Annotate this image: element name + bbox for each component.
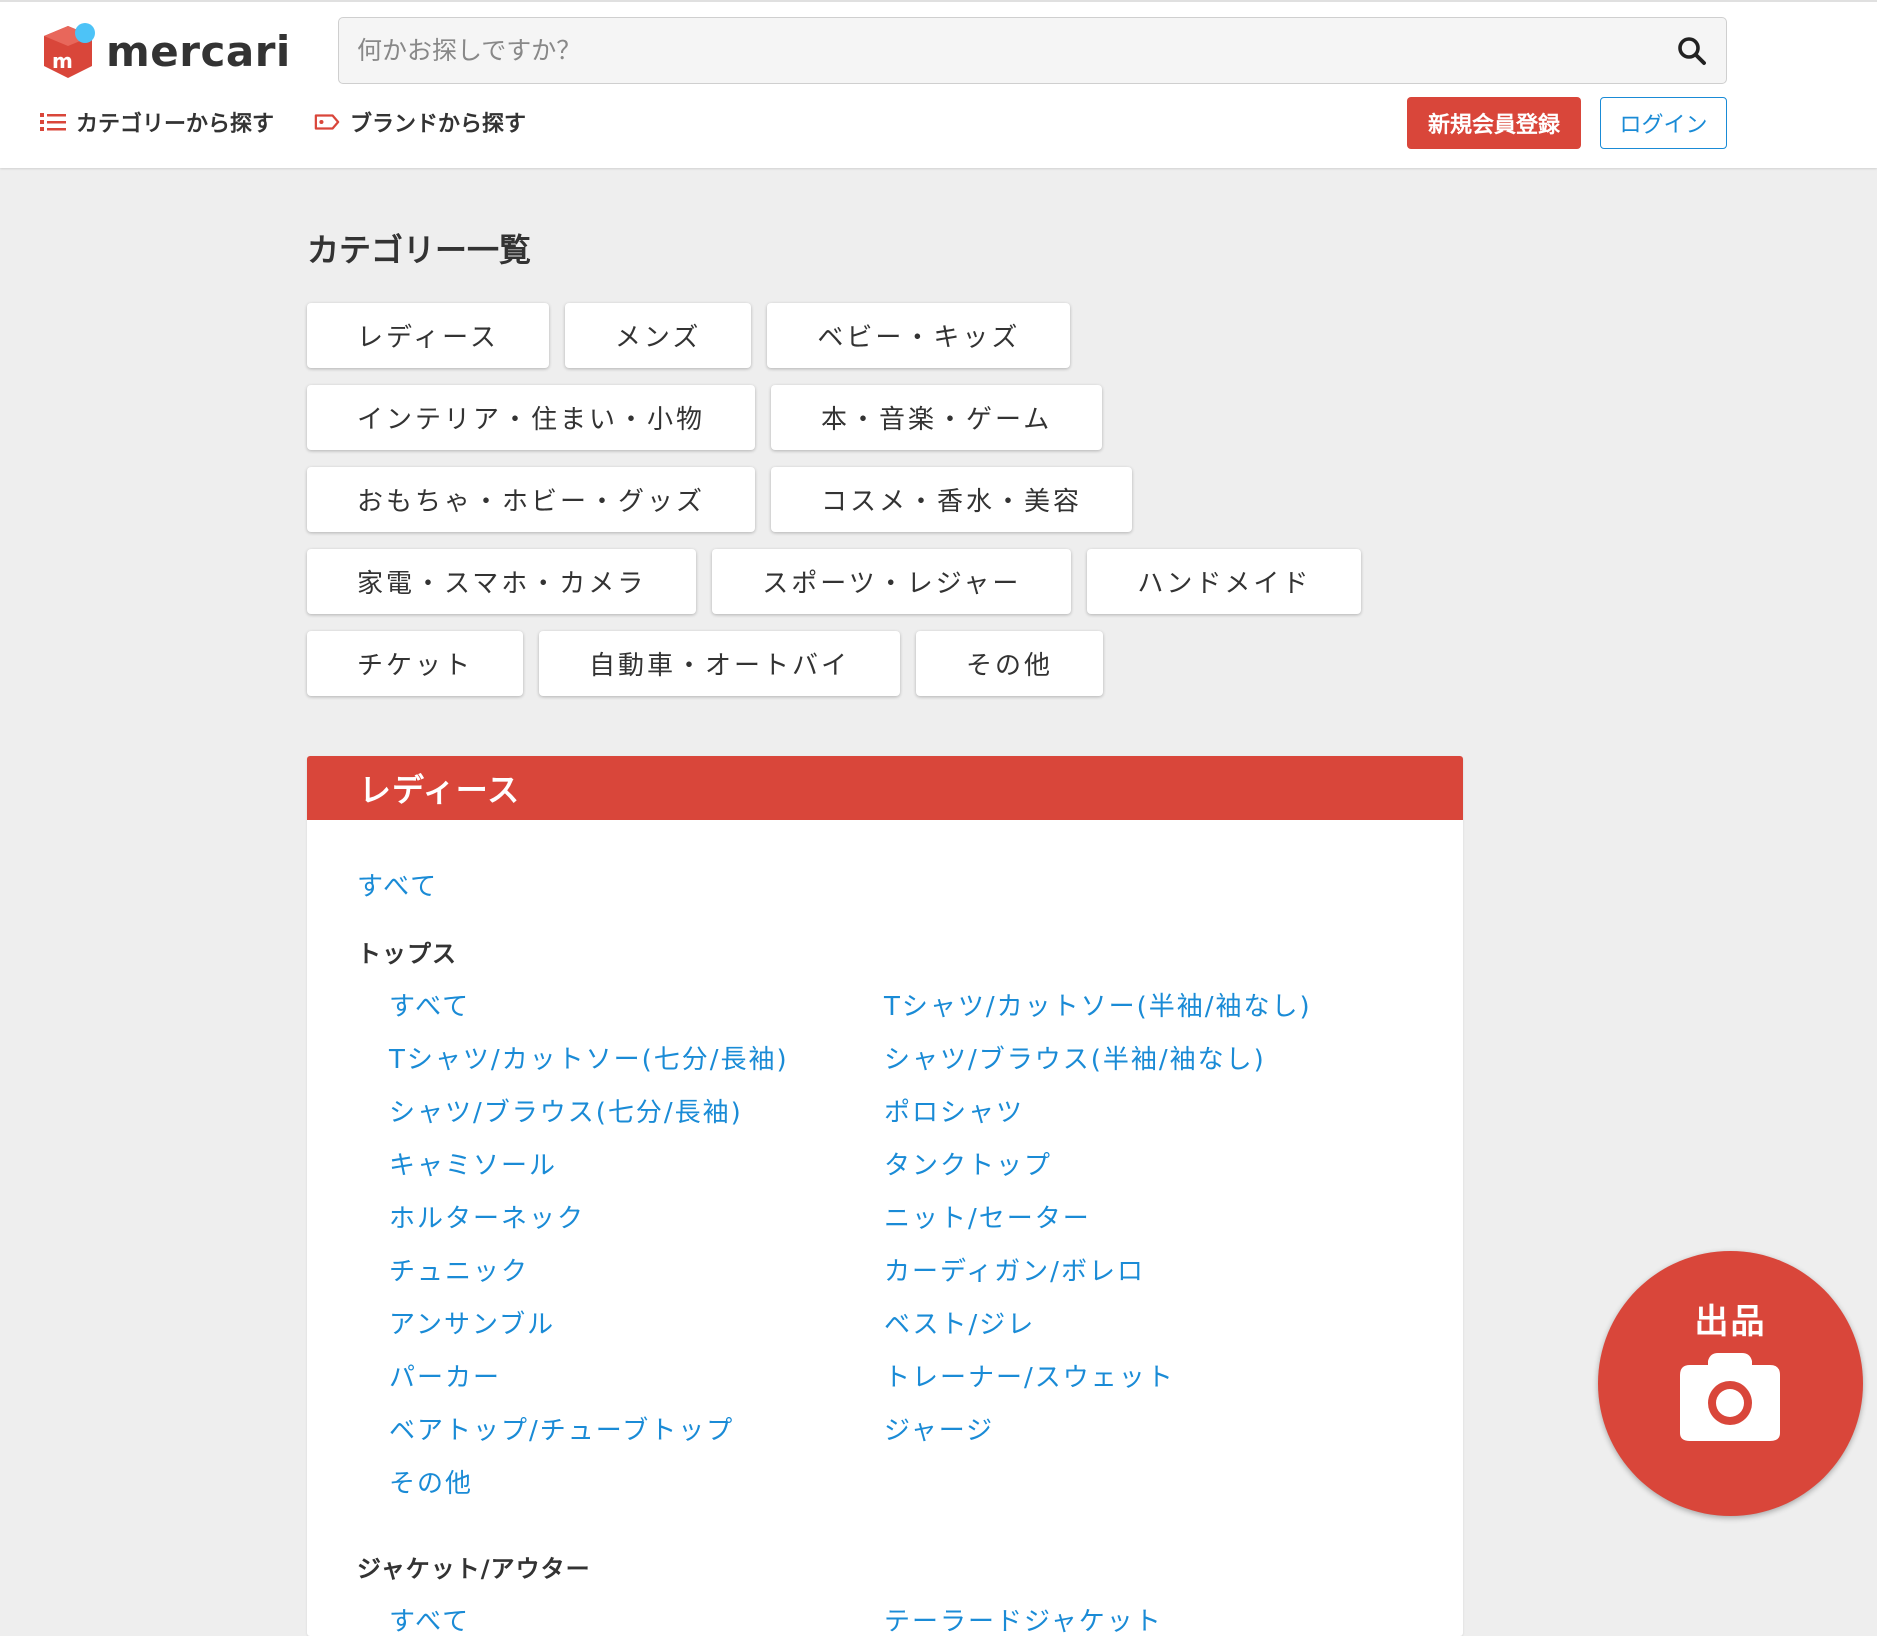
all-ladies-link[interactable]: すべて [357,870,438,904]
sell-button[interactable]: 出品 [1598,1251,1863,1516]
category-chip-vehicles[interactable]: 自動車・オートバイ [539,631,901,696]
subcategory-link[interactable]: すべて [389,990,884,1043]
subcategory-link[interactable]: ベスト/ジレ [884,1308,1379,1361]
subcategory-link[interactable]: タンクトップ [884,1149,1379,1202]
category-chip-electronics[interactable]: 家電・スマホ・カメラ [307,549,697,614]
subcategory-link[interactable]: Tシャツ/カットソー(七分/長袖) [389,1043,884,1096]
subcategory-title-tops: トップス [357,940,457,968]
nav-category-label: カテゴリーから探す [76,112,275,137]
subcategory-links-tops: すべて Tシャツ/カットソー(半袖/袖なし) Tシャツ/カットソー(七分/長袖)… [357,990,1463,1520]
subcategory-link[interactable]: パーカー [389,1361,884,1414]
category-chip-baby-kids[interactable]: ベビー・キッズ [767,303,1071,368]
category-chip-tickets[interactable]: チケット [307,631,524,696]
subcategory-link[interactable]: ポロシャツ [884,1096,1379,1149]
mercari-logo[interactable]: m mercari [40,22,291,80]
sell-button-label: 出品 [1694,1302,1767,1342]
site-header: m mercari カテゴリーから探す [0,0,1877,168]
main-content: カテゴリー一覧 レディース メンズ ベビー・キッズ インテリア・住まい・小物 本… [307,230,1463,1636]
subcategory-links-jackets: すべて テーラードジャケット [357,1605,1463,1636]
category-chip-ladies[interactable]: レディース [307,303,549,368]
subcategory-link[interactable]: ニット/セーター [884,1202,1379,1255]
subcategory-link[interactable]: アンサンブル [389,1308,884,1361]
subcategory-link[interactable]: Tシャツ/カットソー(半袖/袖なし) [884,990,1379,1043]
subcategory-link[interactable]: ジャージ [884,1414,1379,1467]
header-nav: カテゴリーから探す ブランドから探す [40,106,526,138]
panel-body: すべて トップス すべて Tシャツ/カットソー(半袖/袖なし) Tシャツ/カット… [307,820,1463,1636]
login-button[interactable]: ログイン [1600,97,1727,149]
search-input[interactable] [339,18,1649,83]
subcategory-link[interactable]: すべて [389,1605,884,1636]
search-bar [338,17,1727,84]
category-chip-mens[interactable]: メンズ [564,303,752,368]
category-chip-toys-hobby[interactable]: おもちゃ・ホビー・グッズ [307,467,756,532]
logo-wordmark: mercari [106,26,291,76]
subcategory-link[interactable]: トレーナー/スウェット [884,1361,1379,1414]
category-chip-books-music-games[interactable]: 本・音楽・ゲーム [771,385,1103,450]
list-icon [40,113,66,131]
subcategory-link[interactable]: その他 [389,1467,884,1520]
svg-text:m: m [52,49,73,73]
category-chip-handmade[interactable]: ハンドメイド [1087,549,1362,614]
tag-icon [314,114,340,130]
subcategory-link[interactable]: シャツ/ブラウス(半袖/袖なし) [884,1043,1379,1096]
nav-category[interactable]: カテゴリーから探す [40,106,274,138]
search-icon[interactable] [1674,33,1710,69]
nav-brand[interactable]: ブランドから探す [314,106,526,138]
subcategory-link[interactable]: カーディガン/ボレロ [884,1255,1379,1308]
page-title: カテゴリー一覧 [307,231,532,269]
subcategory-link[interactable]: テーラードジャケット [884,1605,1379,1636]
category-chip-sports[interactable]: スポーツ・レジャー [712,549,1072,614]
category-panel-ladies: レディース すべて トップス すべて Tシャツ/カットソー(半袖/袖なし) Tシ… [307,756,1463,1636]
subcategory-link[interactable]: ベアトップ/チューブトップ [389,1414,884,1467]
register-button[interactable]: 新規会員登録 [1407,97,1581,149]
logo-box-icon: m [44,23,95,78]
subcategory-title-jackets: ジャケット/アウター [357,1555,591,1583]
category-chip-interior[interactable]: インテリア・住まい・小物 [307,385,756,450]
panel-title: レディース [307,756,1463,820]
camera-icon [1680,1353,1780,1441]
subcategory-link[interactable]: チュニック [389,1255,884,1308]
nav-brand-label: ブランドから探す [350,112,527,137]
category-chip-other[interactable]: その他 [916,631,1104,696]
subcategory-link[interactable]: シャツ/ブラウス(七分/長袖) [389,1096,884,1149]
subcategory-link[interactable]: ホルターネック [389,1202,884,1255]
category-chip-list: レディース メンズ ベビー・キッズ インテリア・住まい・小物 本・音楽・ゲーム … [307,303,1467,696]
category-chip-cosmetics[interactable]: コスメ・香水・美容 [771,467,1133,532]
subcategory-link[interactable]: キャミソール [389,1149,884,1202]
